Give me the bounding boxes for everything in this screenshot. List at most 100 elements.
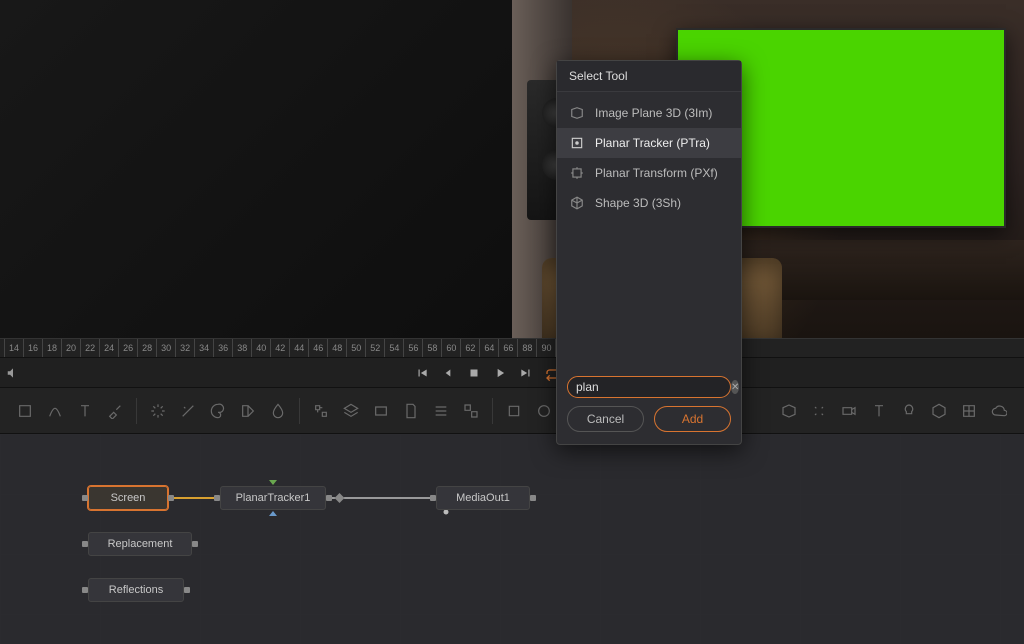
tool-list: Image Plane 3D (3Im) Planar Tracker (PTr… bbox=[557, 92, 741, 372]
tool-item-label: Planar Transform (PXf) bbox=[595, 166, 718, 180]
ruler-tick[interactable]: 54 bbox=[384, 339, 403, 357]
ruler-tick[interactable]: 58 bbox=[422, 339, 441, 357]
node-planar-tracker[interactable]: PlanarTracker1 bbox=[220, 486, 326, 510]
ruler-tick[interactable]: 22 bbox=[80, 339, 99, 357]
mask-oval-icon[interactable] bbox=[531, 398, 557, 424]
tool-item-shape-3d[interactable]: Shape 3D (3Sh) bbox=[557, 188, 741, 218]
tool-item-planar-transform[interactable]: Planar Transform (PXf) bbox=[557, 158, 741, 188]
tool-item-image-plane-3d[interactable]: Image Plane 3D (3Im) bbox=[557, 98, 741, 128]
image-plane-3d-icon bbox=[569, 105, 585, 121]
ruler-tick[interactable]: 46 bbox=[308, 339, 327, 357]
cancel-button[interactable]: Cancel bbox=[567, 406, 644, 432]
ruler-tick[interactable]: 14 bbox=[4, 339, 23, 357]
node-port-out[interactable] bbox=[326, 495, 332, 501]
ruler-tick[interactable]: 32 bbox=[175, 339, 194, 357]
ruler-tick[interactable]: 60 bbox=[441, 339, 460, 357]
ruler-tick[interactable]: 24 bbox=[99, 339, 118, 357]
viewer-left[interactable] bbox=[0, 0, 512, 338]
node-port-out[interactable] bbox=[168, 495, 174, 501]
node-input-bottom[interactable] bbox=[269, 511, 277, 516]
step-back-button[interactable] bbox=[441, 366, 455, 380]
sparkle-icon[interactable] bbox=[145, 398, 171, 424]
add-button[interactable]: Add bbox=[654, 406, 731, 432]
ruler-tick[interactable]: 34 bbox=[194, 339, 213, 357]
page-icon[interactable] bbox=[398, 398, 424, 424]
ruler-tick[interactable]: 64 bbox=[479, 339, 498, 357]
cloud-icon[interactable] bbox=[986, 398, 1012, 424]
timeline-ruler[interactable]: 1416182022242628303234363840424446485052… bbox=[0, 338, 1024, 358]
select-tool-icon[interactable] bbox=[12, 398, 38, 424]
ruler-tick[interactable]: 48 bbox=[327, 339, 346, 357]
layers-icon[interactable] bbox=[338, 398, 364, 424]
node-graph[interactable]: Screen PlanarTracker1 MediaOut1 Replacem… bbox=[0, 434, 1024, 644]
ruler-tick[interactable]: 50 bbox=[346, 339, 365, 357]
ruler-tick[interactable]: 28 bbox=[137, 339, 156, 357]
node-port-out[interactable] bbox=[192, 541, 198, 547]
ruler-tick[interactable]: 40 bbox=[251, 339, 270, 357]
play-button[interactable] bbox=[493, 366, 507, 380]
text-3d-icon[interactable] bbox=[866, 398, 892, 424]
ruler-tick[interactable]: 42 bbox=[270, 339, 289, 357]
node-replacement[interactable]: Replacement bbox=[88, 532, 192, 556]
ruler-tick[interactable]: 20 bbox=[61, 339, 80, 357]
ruler-tick[interactable]: 90 bbox=[536, 339, 555, 357]
toolbar-separator bbox=[299, 398, 300, 424]
text-tool-icon[interactable] bbox=[72, 398, 98, 424]
node-screen[interactable]: Screen bbox=[88, 486, 168, 510]
go-start-button[interactable] bbox=[415, 366, 429, 380]
node-port-in[interactable] bbox=[430, 495, 436, 501]
wand-icon[interactable] bbox=[175, 398, 201, 424]
go-end-button[interactable] bbox=[519, 366, 533, 380]
ruler-tick[interactable]: 88 bbox=[517, 339, 536, 357]
rect-icon[interactable] bbox=[368, 398, 394, 424]
node-port-out[interactable] bbox=[530, 495, 536, 501]
ruler-tick[interactable]: 52 bbox=[365, 339, 384, 357]
curve-tool-icon[interactable] bbox=[42, 398, 68, 424]
tool-search-input[interactable] bbox=[576, 380, 731, 394]
ruler-tick[interactable]: 66 bbox=[498, 339, 517, 357]
transform-icon[interactable] bbox=[308, 398, 334, 424]
group-icon[interactable] bbox=[458, 398, 484, 424]
node-label: Replacement bbox=[108, 538, 173, 550]
mask-rect-icon[interactable] bbox=[501, 398, 527, 424]
ruler-tick[interactable]: 26 bbox=[118, 339, 137, 357]
3d-scene-icon[interactable] bbox=[776, 398, 802, 424]
ruler-tick[interactable]: 36 bbox=[213, 339, 232, 357]
particles-icon[interactable] bbox=[806, 398, 832, 424]
stop-button[interactable] bbox=[467, 366, 481, 380]
ruler-tick[interactable]: 18 bbox=[42, 339, 61, 357]
camera-3d-icon[interactable] bbox=[836, 398, 862, 424]
node-media-out[interactable]: MediaOut1 bbox=[436, 486, 530, 510]
tool-item-label: Image Plane 3D (3Im) bbox=[595, 106, 712, 120]
toolbar-separator bbox=[136, 398, 137, 424]
node-port-in[interactable] bbox=[82, 495, 88, 501]
audio-icon[interactable] bbox=[6, 366, 20, 383]
mesh-icon[interactable] bbox=[956, 398, 982, 424]
tool-item-planar-tracker[interactable]: Planar Tracker (PTra) bbox=[557, 128, 741, 158]
node-port-in[interactable] bbox=[82, 587, 88, 593]
light-icon[interactable] bbox=[896, 398, 922, 424]
viewer-area bbox=[0, 0, 1024, 338]
ruler-tick[interactable]: 56 bbox=[403, 339, 422, 357]
color-icon[interactable] bbox=[205, 398, 231, 424]
shape-3d-icon[interactable] bbox=[926, 398, 952, 424]
ruler-tick[interactable]: 38 bbox=[232, 339, 251, 357]
brush-tool-icon[interactable] bbox=[102, 398, 128, 424]
keyframe-icon[interactable] bbox=[335, 493, 345, 503]
planar-tracker-icon bbox=[569, 135, 585, 151]
clear-search-icon[interactable]: ✕ bbox=[731, 380, 739, 394]
swatch-icon[interactable] bbox=[235, 398, 261, 424]
ruler-tick[interactable]: 30 bbox=[156, 339, 175, 357]
node-reflections[interactable]: Reflections bbox=[88, 578, 184, 602]
node-input-top[interactable] bbox=[269, 480, 277, 485]
ruler-tick[interactable]: 62 bbox=[460, 339, 479, 357]
planar-transform-icon bbox=[569, 165, 585, 181]
ruler-tick[interactable]: 16 bbox=[23, 339, 42, 357]
droplet-icon[interactable] bbox=[265, 398, 291, 424]
node-port-in[interactable] bbox=[82, 541, 88, 547]
ruler-tick[interactable]: 44 bbox=[289, 339, 308, 357]
node-port-out[interactable] bbox=[184, 587, 190, 593]
node-port-in[interactable] bbox=[214, 495, 220, 501]
tool-search[interactable]: ✕ bbox=[567, 376, 731, 398]
stack-icon[interactable] bbox=[428, 398, 454, 424]
